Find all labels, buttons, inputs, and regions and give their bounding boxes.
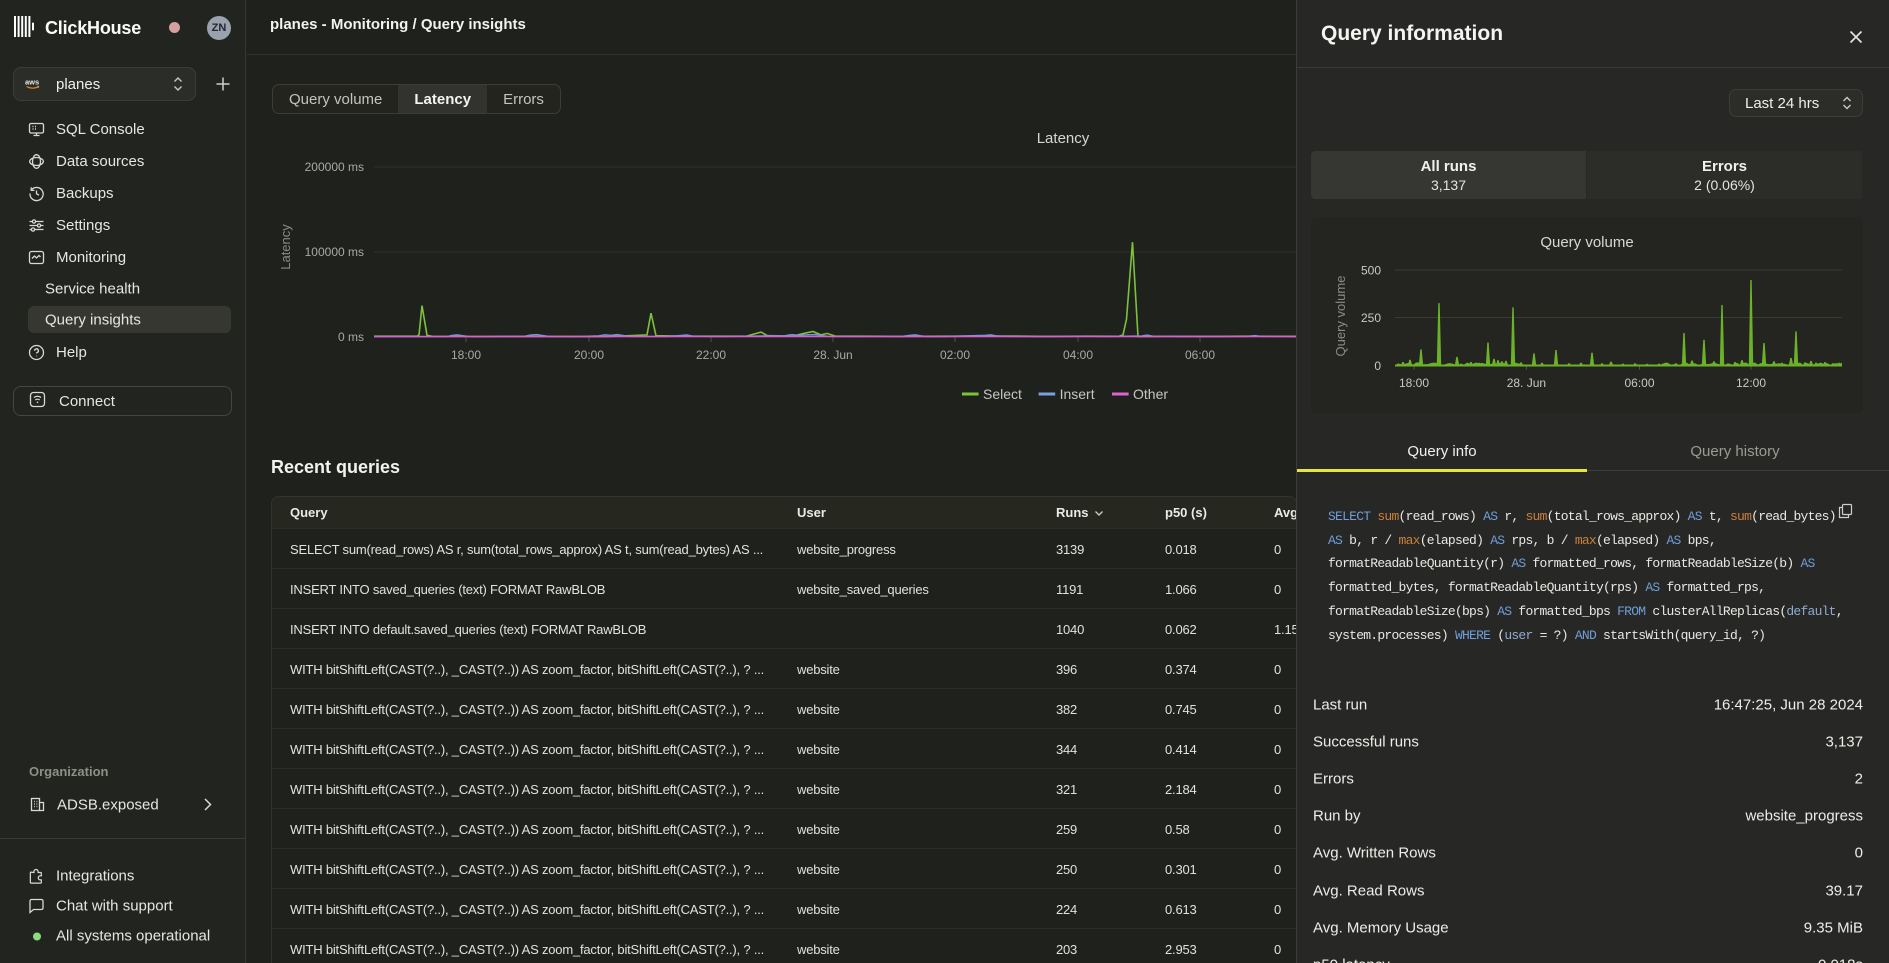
svg-text:12:00: 12:00 — [1736, 376, 1766, 390]
svg-text:06:00: 06:00 — [1624, 376, 1654, 390]
svg-text:Latency: Latency — [278, 224, 293, 270]
svg-text:200000 ms: 200000 ms — [305, 160, 364, 174]
svg-text:04:00: 04:00 — [1063, 348, 1093, 362]
svg-text:06:00: 06:00 — [1185, 348, 1215, 362]
svg-text:Latency: Latency — [1037, 130, 1090, 147]
svg-text:18:00: 18:00 — [1399, 376, 1429, 390]
svg-text:500: 500 — [1361, 264, 1381, 278]
svg-text:Query volume: Query volume — [1333, 276, 1348, 357]
svg-text:18:00: 18:00 — [451, 348, 481, 362]
svg-text:0 ms: 0 ms — [338, 330, 364, 344]
svg-text:22:00: 22:00 — [696, 348, 726, 362]
svg-text:Other: Other — [1133, 386, 1168, 402]
svg-text:Insert: Insert — [1060, 386, 1095, 402]
svg-text:28. Jun: 28. Jun — [1507, 376, 1546, 390]
svg-text:Select: Select — [983, 386, 1022, 402]
svg-text:0: 0 — [1374, 359, 1381, 373]
svg-text:Query volume: Query volume — [1540, 234, 1633, 251]
svg-text:aws: aws — [25, 78, 39, 87]
svg-text:02:00: 02:00 — [940, 348, 970, 362]
svg-text:100000 ms: 100000 ms — [305, 245, 364, 259]
svg-text:20:00: 20:00 — [574, 348, 604, 362]
svg-text:250: 250 — [1361, 311, 1381, 325]
svg-text:28. Jun: 28. Jun — [813, 348, 852, 362]
